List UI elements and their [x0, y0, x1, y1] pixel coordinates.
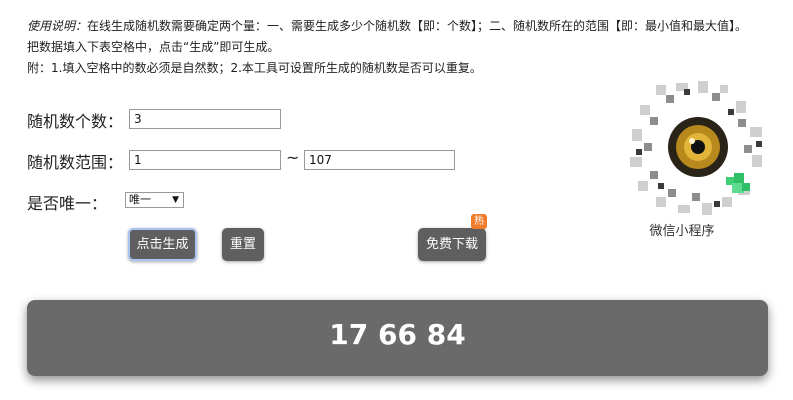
unique-selected-value: 唯一: [129, 193, 151, 206]
result-numbers: 17 66 84: [329, 318, 466, 351]
range-min-input[interactable]: [129, 150, 281, 170]
instructions-lead: 使用说明：: [27, 19, 88, 33]
hot-badge: 热: [471, 214, 487, 229]
count-label: 随机数个数：: [27, 112, 124, 131]
unique-label: 是否唯一：: [27, 194, 108, 213]
chevron-down-icon: ▼: [172, 195, 179, 205]
instructions-note: 附：1.填入空格中的数必须是自然数；2.本工具可设置所生成的随机数是否可以重复。: [27, 61, 482, 75]
unique-select[interactable]: 唯一 ▼: [125, 192, 184, 208]
range-label: 随机数范围：: [27, 153, 124, 172]
range-row: 随机数范围：: [27, 149, 123, 173]
download-button[interactable]: 免费下载: [418, 228, 486, 261]
count-row: 随机数个数：: [27, 108, 123, 132]
mini-program-qr-code[interactable]: [628, 79, 768, 219]
result-panel: 17 66 84: [27, 300, 768, 376]
reset-button[interactable]: 重置: [222, 228, 264, 261]
instructions-main: 使用说明：在线生成随机数需要确定两个量：一、需要生成多少个随机数【即：个数】；二…: [27, 16, 757, 58]
range-max-input[interactable]: [304, 150, 455, 170]
unique-row: 是否唯一：: [27, 190, 107, 214]
generate-button[interactable]: 点击生成: [128, 228, 197, 261]
range-separator: ~: [286, 148, 300, 167]
instructions: 使用说明：在线生成随机数需要确定两个量：一、需要生成多少个随机数【即：个数】；二…: [27, 16, 757, 79]
qr-caption: 微信小程序: [649, 224, 715, 239]
instructions-body: 在线生成随机数需要确定两个量：一、需要生成多少个随机数【即：个数】；二、随机数所…: [27, 19, 748, 54]
count-input[interactable]: [129, 109, 281, 129]
